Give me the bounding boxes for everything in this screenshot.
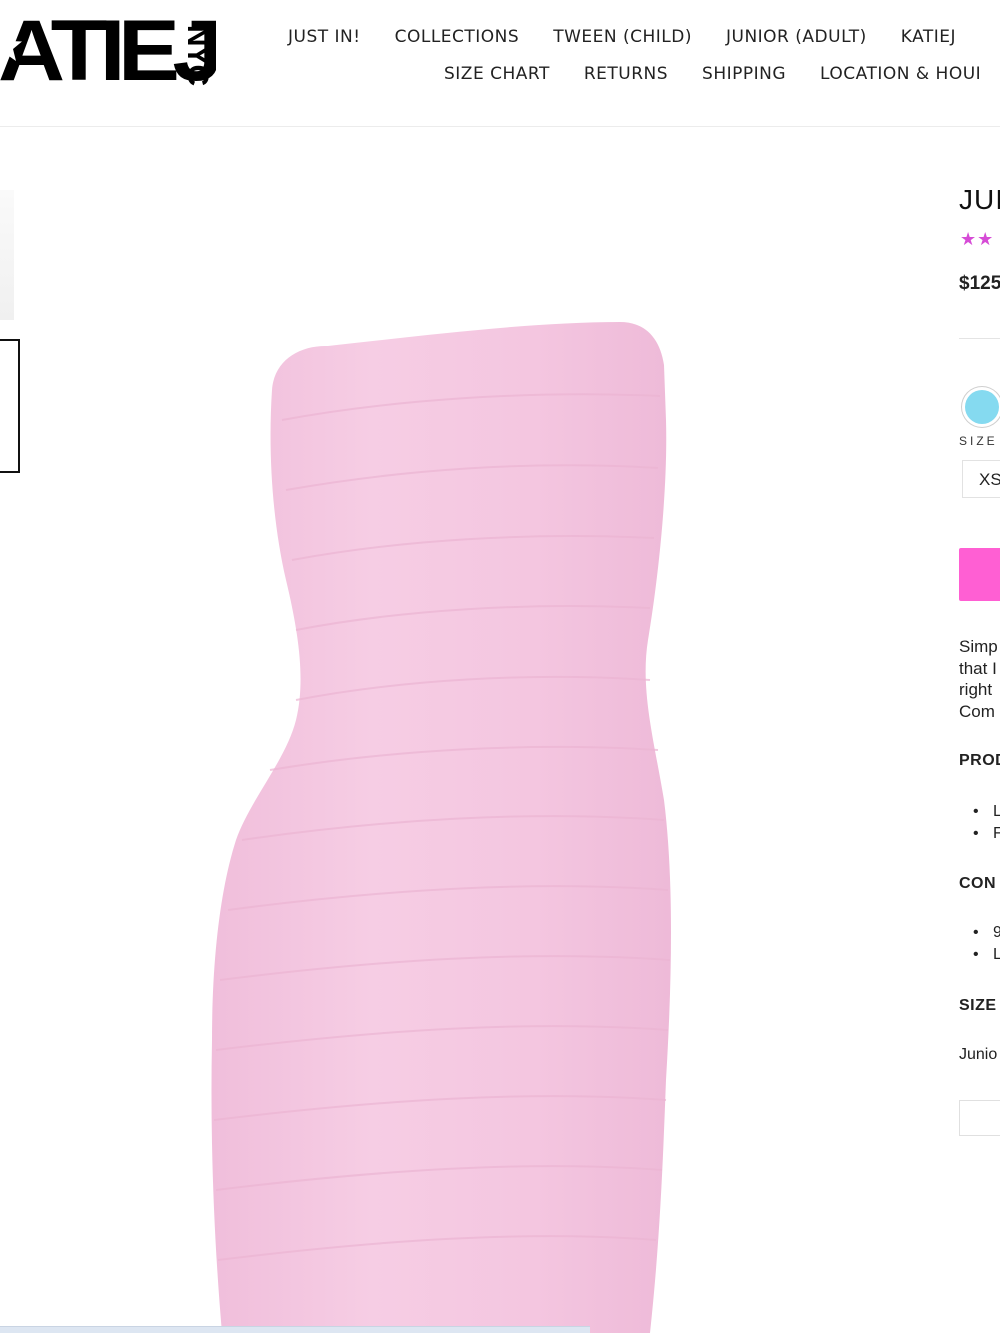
- thumbnail-2-selected[interactable]: [0, 339, 20, 473]
- nav-location-hours[interactable]: LOCATION & HOUI: [820, 64, 981, 84]
- thumbnail-1[interactable]: [0, 190, 14, 320]
- list-item: L: [959, 946, 1000, 968]
- size-info-text: Junio: [959, 1046, 998, 1063]
- description-line: Com: [959, 701, 995, 721]
- nav-collections[interactable]: COLLECTIONS: [395, 27, 520, 47]
- product-image-dress[interactable]: [60, 160, 900, 1333]
- product-info-panel: JUI ★★ $125 SIZE XS Simp that I right Co…: [959, 0, 1000, 1333]
- size-option-xs[interactable]: XS: [962, 460, 1000, 498]
- logo-nyc: NYC: [178, 22, 214, 92]
- product-details-list: L F: [959, 803, 1000, 847]
- nav-tween-child[interactable]: TWEEN (CHILD): [553, 27, 692, 47]
- rating-stars[interactable]: ★★: [960, 229, 994, 250]
- size-label: SIZE: [959, 434, 998, 448]
- nav-size-chart[interactable]: SIZE CHART: [444, 64, 550, 84]
- content-list: 9 L: [959, 924, 1000, 968]
- add-to-cart-button[interactable]: [959, 548, 1000, 601]
- description-line: that I: [959, 658, 997, 678]
- product-details-heading: PROD: [959, 752, 1000, 769]
- product-title: JUI: [959, 184, 1000, 215]
- product-description: Simp that I right Com: [959, 636, 998, 722]
- size-heading: SIZE: [959, 997, 997, 1014]
- nav-shipping[interactable]: SHIPPING: [702, 64, 786, 84]
- nav-katiej[interactable]: KATIEJ: [901, 27, 956, 47]
- product-price: $125: [959, 273, 1000, 294]
- list-item: F: [959, 825, 1000, 847]
- main-nav-row-1: JUST IN! COLLECTIONS TWEEN (CHILD) JUNIO…: [288, 27, 990, 47]
- brand-logo[interactable]: ATIEJ NYC: [0, 14, 216, 94]
- nav-just-in[interactable]: JUST IN!: [288, 27, 361, 47]
- nav-returns[interactable]: RETURNS: [584, 64, 668, 84]
- main-nav-row-2: SIZE CHART RETURNS SHIPPING LOCATION & H…: [444, 64, 1000, 84]
- nav-junior-adult[interactable]: JUNIOR (ADULT): [726, 27, 867, 47]
- divider: [959, 338, 1000, 339]
- star-icon: [0, 30, 22, 61]
- bottom-scrollbar[interactable]: [0, 1326, 590, 1333]
- color-swatch-blue[interactable]: [965, 390, 999, 424]
- list-item: L: [959, 803, 1000, 825]
- content-heading: CON: [959, 875, 997, 892]
- site-header: ATIEJ NYC JUST IN! COLLECTIONS TWEEN (CH…: [0, 0, 1000, 127]
- outline-button[interactable]: [959, 1100, 1000, 1136]
- logo-nyc-text: NYC: [181, 24, 214, 86]
- product-page: ATIEJ NYC JUST IN! COLLECTIONS TWEEN (CH…: [0, 0, 1000, 1333]
- description-line: right: [959, 680, 993, 699]
- description-line: Simp: [959, 637, 998, 656]
- list-item: 9: [959, 924, 1000, 946]
